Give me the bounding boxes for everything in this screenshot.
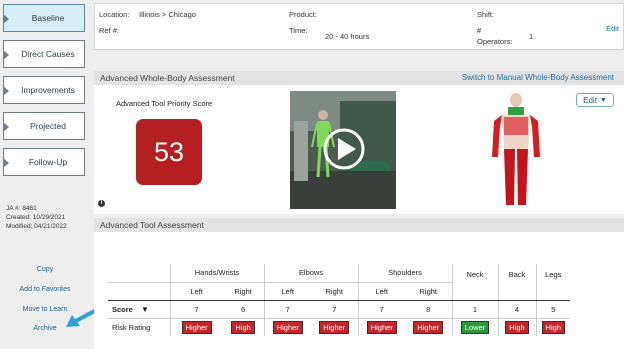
tool-title: Advanced Tool Assessment — [100, 220, 204, 230]
tool-section-header: Advanced Tool Assessment — [94, 218, 624, 232]
rating-badge: High — [505, 320, 529, 334]
rating-cell: High — [498, 318, 537, 336]
edit-button-label: Edit — [583, 95, 597, 105]
operators-hash: # — [477, 26, 482, 35]
whole-body-section-header: Advanced Whole-Body Assessment Switch to… — [94, 71, 624, 85]
side-label: Right — [222, 282, 265, 301]
risk-table: Hands/Wrists Elbows Shoulders Neck Back … — [108, 264, 570, 336]
side-label: Right — [405, 282, 453, 301]
step-baseline[interactable]: Baseline — [3, 4, 85, 32]
operators-value: 1 — [529, 32, 534, 41]
side-label: Left — [264, 282, 311, 301]
rating-cell: Higher — [358, 318, 405, 336]
score-sort-header[interactable]: Score ▼ — [108, 300, 171, 319]
step-projected[interactable]: Projected — [3, 112, 85, 140]
step-notch — [3, 50, 9, 60]
rating-badge: High — [231, 320, 255, 334]
priority-score-badge: 53 — [136, 119, 202, 185]
group-back: Back — [498, 264, 537, 301]
body-risk-map-icon — [492, 93, 540, 205]
shift-label: Shift: — [477, 10, 495, 19]
step-notch — [3, 158, 9, 168]
group-neck: Neck — [452, 264, 499, 301]
score-row: Score ▼ 7 6 7 7 7 8 1 4 5 — [108, 300, 570, 319]
rating-cell: Higher — [170, 318, 223, 336]
step-notch — [3, 86, 9, 96]
copy-link[interactable]: Copy — [0, 266, 90, 273]
step-follow-up[interactable]: Follow-Up — [3, 148, 85, 176]
step-label: Direct Causes — [21, 49, 75, 59]
score-label: Score — [112, 304, 133, 314]
step-label: Improvements — [21, 85, 75, 95]
step-label: Baseline — [31, 13, 65, 23]
group-legs: Legs — [536, 264, 570, 301]
switch-to-manual-link[interactable]: Switch to Manual Whole-Body Assessment — [462, 73, 614, 82]
step-notch — [3, 14, 9, 24]
job-info-box: Location: Illinois > Chicago Product: Sh… — [94, 3, 624, 50]
score-cell: 7 — [264, 300, 311, 319]
sidebar: Baseline Direct Causes Improvements Proj… — [0, 0, 90, 349]
job-id: JA #: 8461 — [6, 205, 37, 212]
group-header-row: Hands/Wrists Elbows Shoulders Neck Back … — [108, 264, 570, 301]
info-icon[interactable]: i — [98, 200, 105, 207]
rating-badge: Higher — [366, 320, 397, 334]
tool-panel: Hands/Wrists Elbows Shoulders Neck Back … — [94, 232, 624, 349]
group-shoulders: Shoulders — [358, 264, 453, 283]
caret-down-icon: ▼ — [599, 96, 607, 104]
sort-down-icon[interactable]: ▼ — [141, 305, 149, 314]
time-label: Time: — [289, 26, 308, 35]
side-label: Right — [311, 282, 359, 301]
location-label: Location: — [99, 10, 130, 19]
location-value: Illinois > Chicago — [139, 10, 196, 19]
rating-badge: Higher — [413, 320, 444, 334]
step-notch — [3, 122, 9, 132]
risk-rating-row: Risk Rating Higher High Higher Higher Hi… — [108, 318, 570, 336]
priority-score-title: Advanced Tool Priority Score — [116, 99, 213, 108]
group-elbows: Elbows — [264, 264, 359, 283]
rating-cell: Higher — [311, 318, 359, 336]
modified-date: Modified: 04/21/2022 — [6, 223, 67, 230]
step-label: Projected — [30, 121, 66, 131]
score-cell: 8 — [405, 300, 453, 319]
operators-label: Operators: — [477, 37, 513, 46]
score-cell: 6 — [222, 300, 265, 319]
score-cell: 7 — [170, 300, 223, 319]
step-improvements[interactable]: Improvements — [3, 76, 85, 104]
rating-cell: Higher — [264, 318, 311, 336]
time-value: 20 - 40 hours — [325, 32, 370, 41]
rating-cell: High — [222, 318, 265, 336]
side-label: Left — [358, 282, 405, 301]
score-cell: 1 — [452, 300, 499, 319]
step-label: Follow-Up — [28, 157, 68, 167]
rating-badge: High — [541, 320, 565, 334]
rating-cell: Higher — [405, 318, 453, 336]
rating-badge: Higher — [319, 320, 350, 334]
score-cell: 7 — [311, 300, 359, 319]
rating-badge: Higher — [181, 320, 212, 334]
rating-cell: Lower — [452, 318, 499, 336]
rating-badge: Lower — [460, 320, 490, 334]
job-meta: JA #: 8461 Created: 10/29/2021 Modified:… — [6, 204, 67, 231]
ref-label: Ref #: — [99, 26, 120, 35]
edit-job-info-link[interactable]: Edit — [606, 24, 619, 33]
score-cell: 5 — [536, 300, 570, 319]
created-date: Created: 10/29/2021 — [6, 214, 66, 221]
rating-cell: High — [536, 318, 570, 336]
product-label: Product: — [289, 10, 317, 19]
side-label: Left — [170, 282, 223, 301]
score-cell: 7 — [358, 300, 405, 319]
add-to-favorites-link[interactable]: Add to Favorites — [0, 286, 90, 293]
risk-rating-label: Risk Rating — [108, 318, 171, 336]
whole-body-title: Advanced Whole-Body Assessment — [100, 73, 235, 83]
step-direct-causes[interactable]: Direct Causes — [3, 40, 85, 68]
whole-body-edit-button[interactable]: Edit ▼ — [576, 93, 614, 107]
whole-body-panel: Advanced Tool Priority Score 53 i Edit ▼ — [94, 85, 624, 214]
score-cell: 4 — [498, 300, 537, 319]
rating-badge: Higher — [272, 320, 303, 334]
play-icon[interactable] — [323, 128, 365, 170]
group-hands-wrists: Hands/Wrists — [170, 264, 265, 283]
assessment-video[interactable] — [290, 91, 396, 209]
